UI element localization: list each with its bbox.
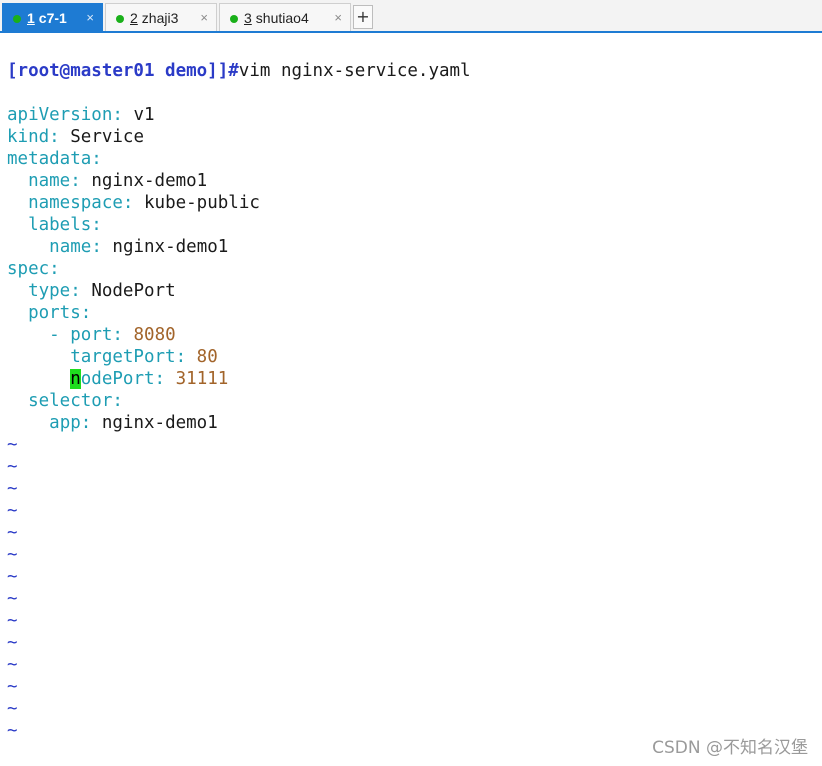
yaml-line-targetport: targetPort: 80 — [70, 347, 218, 367]
empty-line-marker: ~ — [7, 523, 18, 543]
empty-line-marker: ~ — [7, 721, 18, 741]
empty-line-marker: ~ — [7, 611, 18, 631]
yaml-line-spec: spec: — [7, 259, 60, 279]
close-tab-icon[interactable]: × — [334, 4, 342, 32]
yaml-line-namespace: namespace: kube-public — [28, 193, 260, 213]
tab-label: 3 shutiao4 — [244, 10, 309, 26]
yaml-line-selector: selector: — [28, 391, 123, 411]
empty-line-marker: ~ — [7, 457, 18, 477]
tab-zhaji3[interactable]: 2 zhaji3 × — [105, 3, 217, 31]
empty-line-marker: ~ — [7, 699, 18, 719]
shell-command: vim nginx-service.yaml — [238, 61, 471, 81]
text-cursor: n — [70, 369, 81, 389]
yaml-line-labels-name: name: nginx-demo1 — [49, 237, 229, 257]
empty-line-marker: ~ — [7, 677, 18, 697]
yaml-line-app: app: nginx-demo1 — [49, 413, 218, 433]
tab-label: 2 zhaji3 — [130, 10, 179, 26]
yaml-line-name: name: nginx-demo1 — [28, 171, 208, 191]
connected-status-icon — [230, 15, 238, 23]
yaml-line-type: type: NodePort — [28, 281, 176, 301]
tab-shutiao4[interactable]: 3 shutiao4 × — [219, 3, 351, 31]
empty-line-marker: ~ — [7, 501, 18, 521]
yaml-line-metadata: metadata: — [7, 149, 102, 169]
session-tab-bar: 1 c7-1 × 2 zhaji3 × 3 shutiao4 × + — [0, 0, 822, 33]
empty-line-marker: ~ — [7, 567, 18, 587]
connected-status-icon — [13, 15, 21, 23]
tab-label: 1 c7-1 — [27, 10, 67, 26]
yaml-line-port: - port: 8080 — [49, 325, 176, 345]
empty-line-marker: ~ — [7, 545, 18, 565]
yaml-line-nodeport: nodePort: 31111 — [70, 369, 229, 389]
yaml-line-kind: kind: Service — [7, 127, 145, 147]
empty-line-marker: ~ — [7, 633, 18, 653]
yaml-line-labels: labels: — [28, 215, 102, 235]
empty-line-marker: ~ — [7, 655, 18, 675]
close-tab-icon[interactable]: × — [200, 4, 208, 32]
tab-c7-1[interactable]: 1 c7-1 × — [2, 3, 103, 31]
yaml-line-ports: ports: — [28, 303, 92, 323]
shell-prompt: [root@master01 demo]]# — [7, 61, 239, 81]
close-tab-icon[interactable]: × — [86, 4, 94, 32]
command-line: [root@master01 demo]]#vim nginx-service.… — [7, 60, 471, 82]
connected-status-icon — [116, 15, 124, 23]
empty-line-marker: ~ — [7, 479, 18, 499]
yaml-line-apiversion: apiVersion: v1 — [7, 105, 155, 125]
empty-line-marker: ~ — [7, 589, 18, 609]
empty-line-marker: ~ — [7, 435, 18, 455]
watermark: CSDN @不知名汉堡 — [652, 738, 808, 758]
add-tab-button[interactable]: + — [353, 5, 373, 29]
terminal-view[interactable]: [root@master01 demo]]#vim nginx-service.… — [0, 33, 822, 766]
